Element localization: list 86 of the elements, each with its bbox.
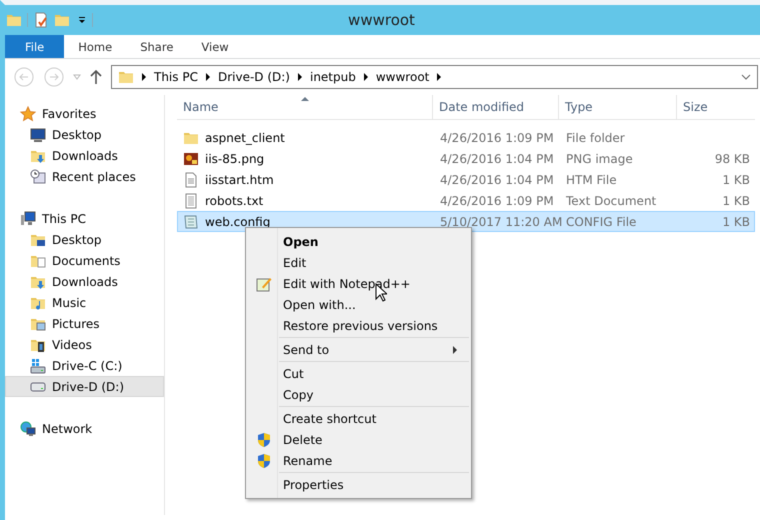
breadcrumb-item[interactable]: inetpub — [310, 70, 356, 84]
sidebar-item[interactable]: Desktop — [5, 229, 164, 250]
sidebar-item[interactable]: This PC — [5, 208, 164, 229]
sidebar-item[interactable]: Drive-D (D:) — [5, 376, 164, 397]
ribbon-tab[interactable]: File — [5, 35, 64, 58]
sidebar-item[interactable]: Favorites — [5, 103, 164, 124]
file-size: 1 KB — [722, 214, 750, 228]
shield-icon — [256, 432, 272, 448]
properties-icon[interactable] — [33, 12, 49, 28]
computer-icon — [20, 210, 36, 226]
sidebar-item[interactable]: Desktop — [5, 124, 164, 145]
date-modified: 4/26/2016 1:04 PM — [440, 152, 554, 166]
file-row[interactable]: web.config 5/10/2017 11:20 AM CONFIG File 1 KB — [177, 211, 755, 232]
star-icon — [20, 106, 36, 122]
recent-places-icon — [30, 168, 46, 184]
column-header[interactable]: Size — [677, 95, 753, 119]
file-size: 98 KB — [714, 152, 750, 166]
monitor-icon — [30, 126, 46, 142]
folder-icon — [6, 12, 22, 28]
menu-item[interactable]: Cut — [248, 363, 469, 384]
sidebar-item[interactable]: Pictures — [5, 313, 164, 334]
sort-caret-icon — [301, 96, 309, 101]
menu-item[interactable]: Restore previous versions — [248, 315, 469, 336]
column-header[interactable]: Date modified — [433, 95, 559, 119]
file-name: web.config — [205, 214, 270, 228]
date-modified: 4/26/2016 1:09 PM — [440, 130, 554, 144]
menu-item[interactable]: Send to — [248, 339, 469, 360]
image-file-icon — [183, 150, 199, 166]
chevron-icon[interactable] — [296, 73, 303, 81]
file-name: iis-85.png — [205, 152, 264, 166]
column-header[interactable]: Type — [559, 95, 677, 119]
date-modified: 4/26/2016 1:04 PM — [440, 172, 554, 186]
sidebar-item[interactable]: Downloads — [5, 145, 164, 166]
sidebar-item[interactable]: Videos — [5, 334, 164, 355]
sidebar-item[interactable]: Recent places — [5, 166, 164, 187]
breadcrumb-item[interactable]: Drive-D (D:) — [218, 70, 290, 84]
up-arrow-icon[interactable] — [89, 69, 103, 85]
file-size: 1 KB — [722, 194, 750, 208]
file-type: CONFIG File — [566, 214, 636, 228]
file-name: robots.txt — [205, 194, 264, 208]
window-title: wwwroot — [348, 11, 415, 29]
submenu-arrow-icon — [453, 346, 457, 354]
menu-item[interactable]: Delete — [248, 429, 469, 450]
sidebar-item[interactable]: Drive-C (C:) — [5, 355, 164, 376]
menu-item[interactable]: Rename — [248, 450, 469, 471]
chevron-icon[interactable] — [141, 73, 147, 81]
dropdown-icon[interactable] — [741, 74, 751, 80]
menu-item[interactable]: Copy — [248, 384, 469, 405]
date-modified: 4/26/2016 1:09 PM — [440, 194, 554, 208]
file-size: 1 KB — [722, 172, 750, 186]
chevron-icon[interactable] — [204, 73, 211, 81]
file-type: File folder — [566, 130, 625, 144]
address-bar[interactable]: This PC Drive-D (D:) inetpub wwwroot — [111, 65, 758, 89]
text-file-icon — [183, 192, 199, 208]
config-file-icon — [183, 214, 199, 230]
sidebar-item[interactable]: Documents — [5, 250, 164, 271]
file-row[interactable]: iis-85.png 4/26/2016 1:04 PM PNG image 98 KB — [177, 148, 755, 169]
menu-item[interactable]: Properties — [248, 474, 469, 495]
menu-item[interactable]: Create shortcut — [248, 408, 469, 429]
file-row[interactable]: aspnet_client 4/26/2016 1:09 PM File folder — [177, 127, 755, 148]
notepad-icon — [256, 276, 272, 292]
sidebar-item[interactable]: Music — [5, 292, 164, 313]
document-icon — [183, 172, 199, 188]
menu-item[interactable]: Open — [248, 231, 469, 252]
file-name: iisstart.htm — [205, 172, 274, 186]
breadcrumb-item[interactable]: This PC — [154, 70, 198, 84]
menu-item[interactable]: Open with... — [248, 294, 469, 315]
breadcrumb-item[interactable]: wwwroot — [376, 70, 430, 84]
folder-icon — [118, 69, 134, 85]
sidebar-item[interactable]: Network — [5, 418, 164, 439]
menu-item[interactable]: Edit — [248, 252, 469, 273]
file-row[interactable]: robots.txt 4/26/2016 1:09 PM Text Document 1 KB — [177, 190, 755, 211]
file-name: aspnet_client — [205, 130, 285, 144]
shield-icon — [256, 452, 272, 468]
file-type: PNG image — [566, 152, 633, 166]
customize-dropdown-icon[interactable] — [77, 15, 87, 25]
file-type: HTM File — [566, 172, 617, 186]
menu-item[interactable]: Edit with Notepad++ — [248, 273, 469, 294]
file-type: Text Document — [566, 194, 656, 208]
date-modified: 5/10/2017 11:20 AM — [440, 214, 562, 228]
chevron-icon[interactable] — [362, 73, 369, 81]
sidebar-item[interactable]: Downloads — [5, 271, 164, 292]
network-icon — [20, 420, 36, 436]
chevron-icon[interactable] — [436, 73, 442, 81]
file-row[interactable]: iisstart.htm 4/26/2016 1:04 PM HTM File 1 KB — [177, 169, 755, 190]
system-drive-icon — [30, 358, 46, 374]
